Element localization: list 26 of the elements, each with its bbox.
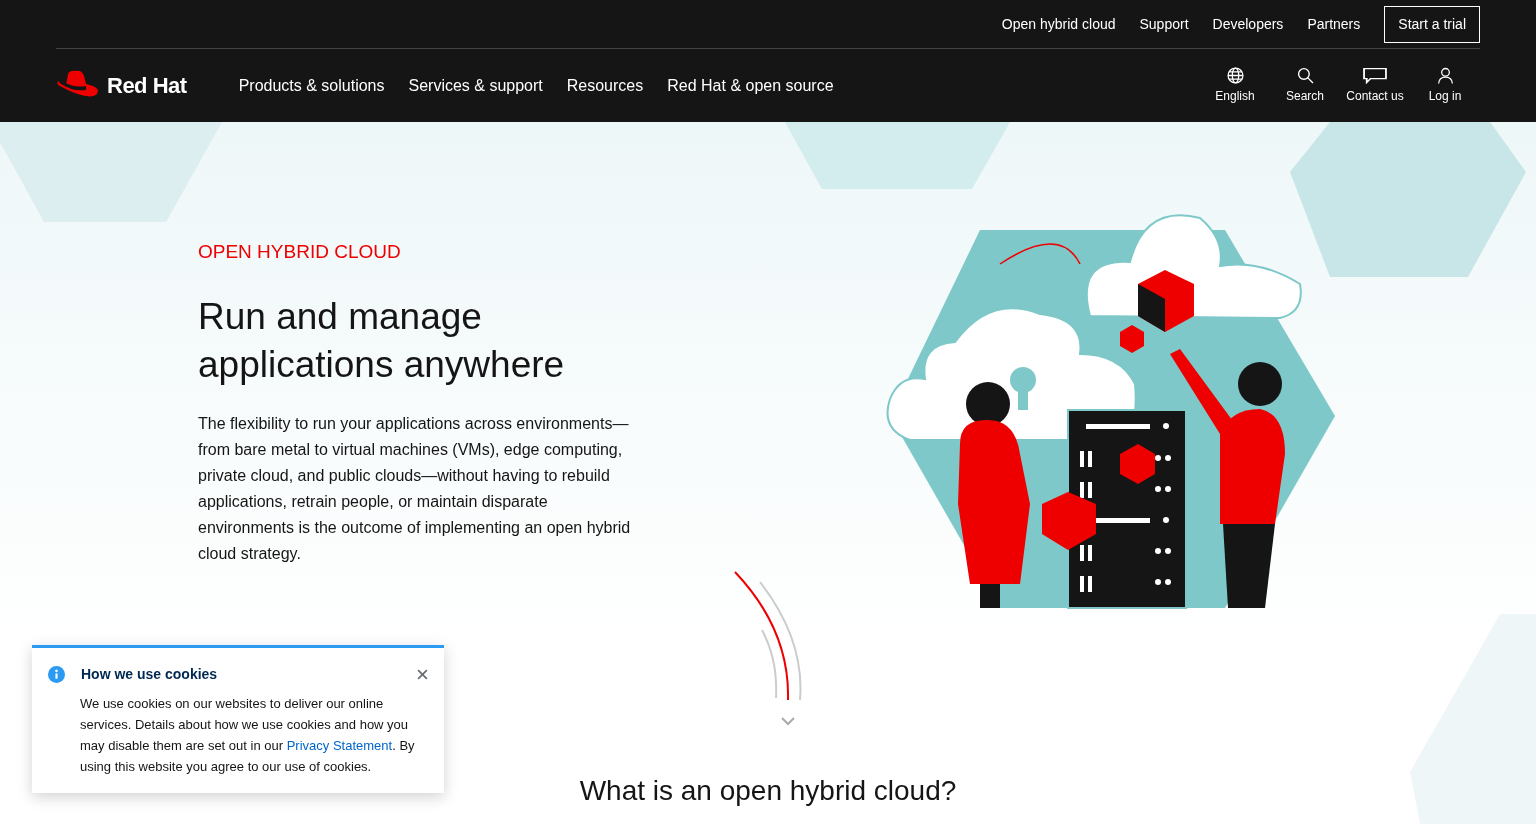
main-nav-link[interactable]: Red Hat & open source (667, 73, 834, 98)
info-icon (48, 666, 65, 683)
hero-description: The flexibility to run your applications across environments—from bare metal to virtual machines (VMs), edge computing, private cloud, and public clouds—without having to rebuild applications, retrain people, or maintain disparate environments is the outcome of implementing an open hybrid cloud strategy. (198, 413, 632, 564)
speech-bubble-icon (1363, 66, 1387, 84)
cookie-notice-title: How we use cookies (81, 665, 218, 684)
brand-name: Red Hat (107, 72, 187, 100)
section-heading: What is an open hybrid cloud? (578, 774, 958, 808)
search-icon (1296, 66, 1314, 84)
cookie-notice-text: We use cookies on our websites to deliver our online services. Details about how we use cookies and how you may disable them are set out in our Privacy Statement. By using this website you agree to our use of cookies. (80, 695, 416, 776)
utility-nav-link[interactable]: Support (1139, 13, 1189, 35)
header-action-button[interactable]: Log in (1410, 66, 1480, 105)
main-nav-link[interactable]: Services & support (408, 73, 543, 98)
user-icon (1436, 66, 1454, 84)
eyebrow-label: OPEN HYBRID CLOUD (198, 240, 402, 264)
utility-nav-link[interactable]: Developers (1212, 13, 1284, 35)
main-nav-link[interactable]: Products & solutions (238, 73, 385, 98)
hero-heading: Run and manage applications anywhere (198, 294, 566, 387)
header-action-button[interactable]: English (1200, 66, 1270, 105)
utility-nav-link[interactable]: Partners (1307, 13, 1361, 35)
header-action-button[interactable]: Contact us (1340, 66, 1410, 105)
close-button[interactable] (417, 669, 428, 680)
start-trial-button[interactable]: Start a trial (1384, 5, 1480, 43)
globe-icon (1226, 66, 1244, 84)
utility-nav-link[interactable]: Open hybrid cloud (1001, 13, 1116, 35)
main-nav-link[interactable]: Resources (566, 73, 644, 98)
header-action-button[interactable]: Search (1270, 66, 1340, 105)
